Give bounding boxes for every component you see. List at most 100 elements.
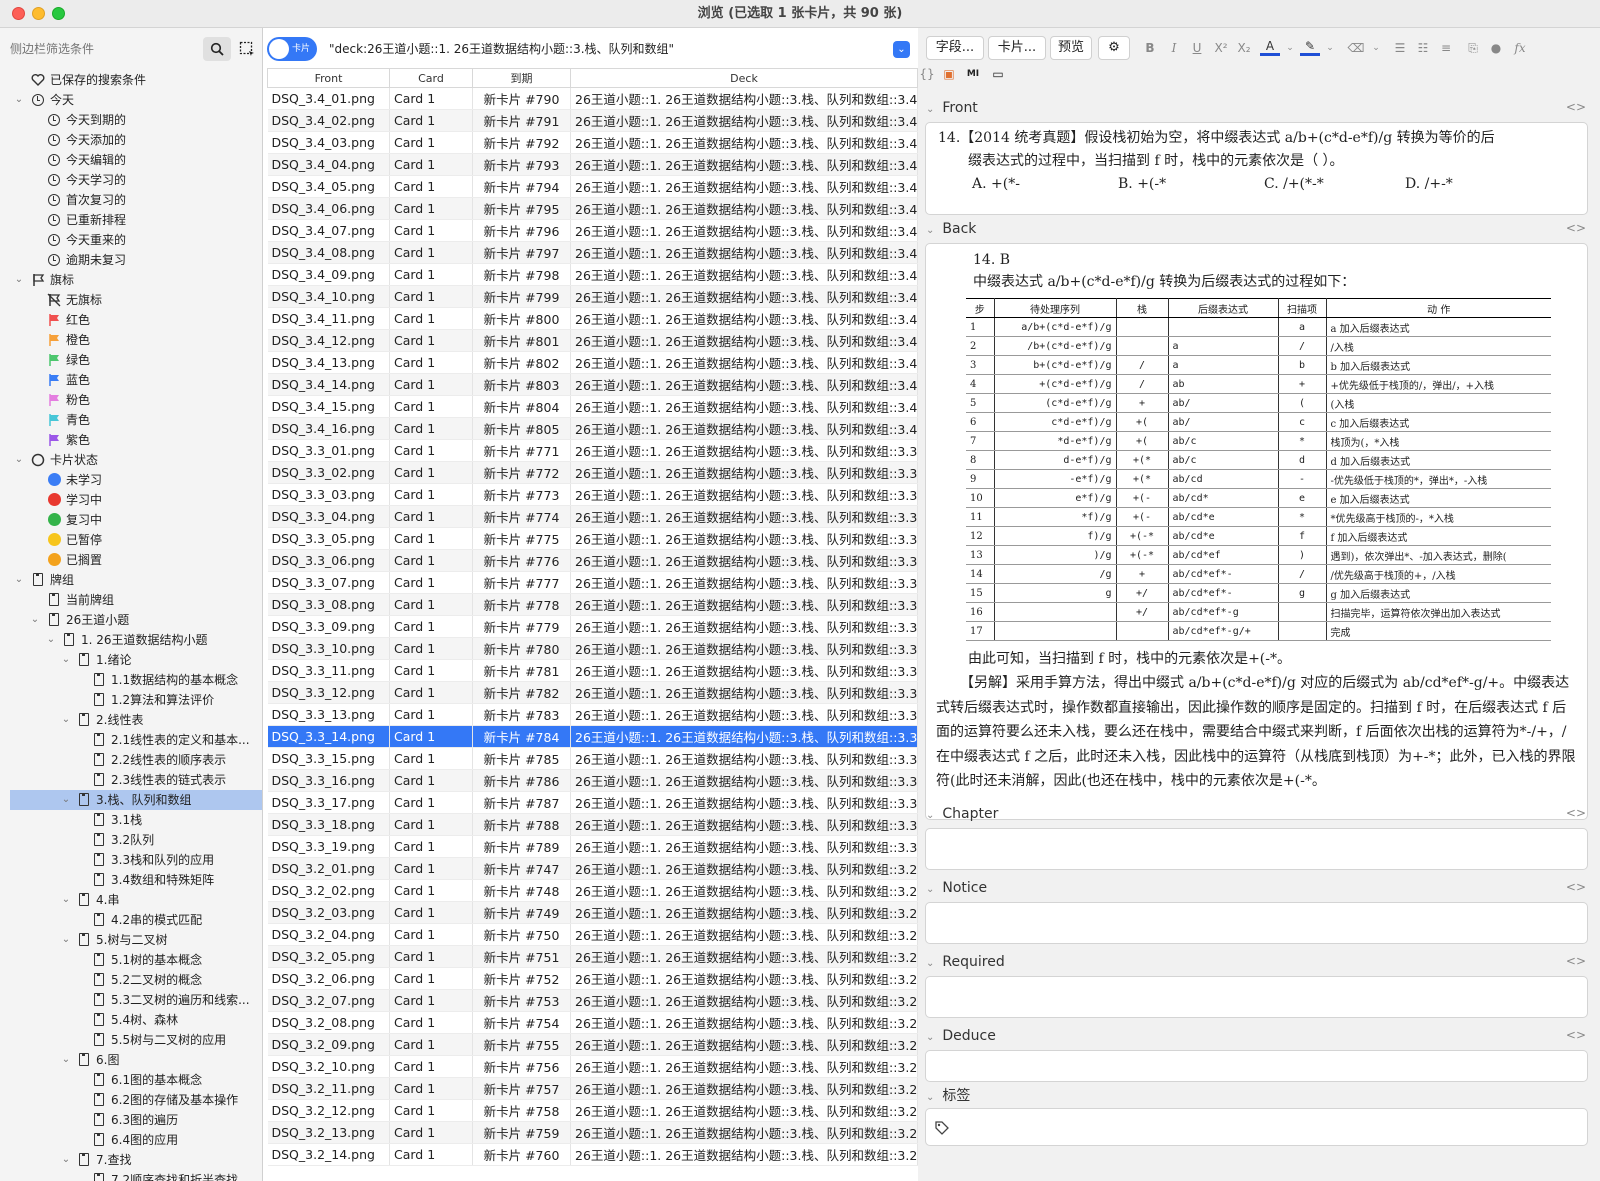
numbered-list-icon[interactable]: ☷ [1413,38,1433,58]
search-query-field[interactable]: "deck:26王道小题::1. 26王道数据结构小题::3.栈、队列和数组" [323,37,903,61]
table-row[interactable]: DSQ_3.4_07.png Card 1 新卡片 #796 26王道小题::1. 2… [267,219,918,242]
field-notice-editor[interactable] [925,902,1588,944]
field-chapter-editor[interactable] [925,828,1588,870]
sidebar-item-flag-1[interactable]: 红色 [0,310,262,330]
chevron-down-icon[interactable]: ⌄ [61,890,71,910]
code-toggle-icon[interactable]: <> [1566,806,1586,820]
highlight-icon[interactable]: ✎ [1300,38,1320,56]
cards-notes-toggle[interactable]: 卡片 [267,37,317,61]
sidebar-item-saved-searches[interactable]: 已保存的搜索条件 [0,70,262,90]
chevron-down-icon[interactable]: ⌄ [61,1050,71,1070]
minimize-window-button[interactable] [32,7,45,20]
settings-button[interactable]: ⚙ [1098,36,1130,60]
tags-editor[interactable] [925,1108,1588,1146]
sidebar-item-section-2-3[interactable]: 3.4数组和特殊矩阵 [0,870,262,890]
column-card[interactable]: Card [389,68,473,88]
field-required-editor[interactable] [925,976,1588,1018]
table-row[interactable]: DSQ_3.2_11.png Card 1 新卡片 #757 26王道小题::1. 2… [267,1077,918,1100]
table-row[interactable]: DSQ_3.3_15.png Card 1 新卡片 #785 26王道小题::1. 2… [267,747,918,770]
eraser-icon[interactable]: ⌫ [1346,38,1366,58]
formula-icon[interactable]: fx [1510,38,1530,58]
field-back-header[interactable]: ⌄ Back <> [926,221,1596,243]
table-row[interactable]: DSQ_3.2_01.png Card 1 新卡片 #747 26王道小题::1. 2… [267,857,918,880]
table-row[interactable]: DSQ_3.2_10.png Card 1 新卡片 #756 26王道小题::1. 2… [267,1055,918,1078]
microphone-icon[interactable]: ● [1486,38,1506,58]
sidebar-item-today-2[interactable]: 今天编辑的 [0,150,262,170]
chevron-down-icon[interactable]: ⌄ [61,790,71,810]
field-deduce-header[interactable]: ⌄ Deduce <> [926,1028,1596,1050]
sidebar-item-chapter-2[interactable]: ⌄ 3.栈、队列和数组 [10,790,262,810]
field-tags-header[interactable]: ⌄ 标签 [926,1085,1596,1107]
sidebar-item-section-5-0[interactable]: 6.1图的基本概念 [0,1070,262,1090]
chevron-down-icon[interactable]: ⌄ [46,630,56,650]
sidebar-item-today[interactable]: ⌄ 今天 [0,90,262,110]
code-toggle-icon[interactable]: <> [1566,100,1586,114]
table-row[interactable]: DSQ_3.2_14.png Card 1 新卡片 #760 26王道小题::1. 2… [267,1143,918,1166]
sidebar-item-current-deck[interactable]: 当前牌组 [0,590,262,610]
sidebar-item-flag-5[interactable]: 粉色 [0,390,262,410]
sidebar-item-state-2[interactable]: 复习中 [0,510,262,530]
column-due[interactable]: 到期 [472,68,571,88]
sidebar-item-chapter-0[interactable]: ⌄ 1.绪论 [0,650,262,670]
sidebar-item-flag-0[interactable]: 无旗标 [0,290,262,310]
sidebar-item-today-7[interactable]: 逾期未复习 [0,250,262,270]
table-row[interactable]: DSQ_3.2_12.png Card 1 新卡片 #758 26王道小题::1. 2… [267,1099,918,1122]
table-row[interactable]: DSQ_3.3_09.png Card 1 新卡片 #779 26王道小题::1. 2… [267,615,918,638]
zoom-window-button[interactable] [52,7,65,20]
sidebar-item-section-2-1[interactable]: 3.2队列 [0,830,262,850]
sidebar-item-section-5-2[interactable]: 6.3图的遍历 [0,1110,262,1130]
align-icon[interactable]: ≡ [1436,38,1456,58]
table-row[interactable]: DSQ_3.4_09.png Card 1 新卡片 #798 26王道小题::1. 2… [267,263,918,286]
sidebar-item-section-4-2[interactable]: 5.3二叉树的遍历和线索... [0,990,262,1010]
sidebar-item-flag-7[interactable]: 紫色 [0,430,262,450]
table-row[interactable]: DSQ_3.3_16.png Card 1 新卡片 #786 26王道小题::1. 2… [267,769,918,792]
sidebar-item-section-1-1[interactable]: 2.2线性表的顺序表示 [0,750,262,770]
sidebar-item-section-0-0[interactable]: 1.1数据结构的基本概念 [0,670,262,690]
chevron-down-icon[interactable]: ⌄ [61,710,71,730]
sidebar-item-chapter-1[interactable]: ⌄ 2.线性表 [0,710,262,730]
fields-button[interactable]: 字段... [926,36,984,60]
sidebar-item-section-0-1[interactable]: 1.2算法和算法评价 [0,690,262,710]
sidebar-item-flag-3[interactable]: 绿色 [0,350,262,370]
table-row[interactable]: DSQ_3.2_04.png Card 1 新卡片 #750 26王道小题::1. 2… [267,923,918,946]
code-toggle-icon[interactable]: <> [1566,1028,1586,1042]
table-row[interactable]: DSQ_3.3_11.png Card 1 新卡片 #781 26王道小题::1. 2… [267,659,918,682]
sidebar-item-section-3-0[interactable]: 4.2串的模式匹配 [0,910,262,930]
sidebar-item-flag-6[interactable]: 青色 [0,410,262,430]
sidebar-search-button[interactable] [203,37,231,61]
sidebar-item-deck-root[interactable]: ⌄ 26王道小题 [0,610,262,630]
mi-button[interactable]: MI [962,64,984,84]
table-row[interactable]: DSQ_3.2_05.png Card 1 新卡片 #751 26王道小题::1. 2… [267,945,918,968]
query-dropdown-button[interactable]: ⌄ [893,41,910,58]
field-required-header[interactable]: ⌄ Required <> [926,954,1596,976]
sidebar-item-state-3[interactable]: 已暂停 [0,530,262,550]
table-row[interactable]: DSQ_3.2_13.png Card 1 新卡片 #759 26王道小题::1. 2… [267,1121,918,1144]
table-row[interactable]: DSQ_3.3_17.png Card 1 新卡片 #787 26王道小题::1. 2… [267,791,918,814]
sidebar-item-today-4[interactable]: 首次复习的 [0,190,262,210]
field-chapter-header[interactable]: ⌄ Chapter <> [926,806,1596,828]
sidebar-item-today-6[interactable]: 今天重来的 [0,230,262,250]
chevron-down-icon[interactable]: ⌄ [30,610,40,630]
sidebar-item-chapter-6[interactable]: ⌄ 7.查找 [0,1150,262,1170]
table-row[interactable]: DSQ_3.3_10.png Card 1 新卡片 #780 26王道小题::1. 2… [267,637,918,660]
table-row[interactable]: DSQ_3.4_16.png Card 1 新卡片 #805 26王道小题::1. 2… [267,417,918,440]
table-row[interactable]: DSQ_3.3_03.png Card 1 新卡片 #773 26王道小题::1. 2… [267,483,918,506]
table-row[interactable]: DSQ_3.2_02.png Card 1 新卡片 #748 26王道小题::1. 2… [267,879,918,902]
sidebar-select-button[interactable] [236,38,258,60]
sidebar-item-state-4[interactable]: 已搁置 [0,550,262,570]
italic-icon[interactable]: I [1164,38,1184,58]
sidebar-item-card-state[interactable]: ⌄ 卡片状态 [0,450,262,470]
chevron-down-icon[interactable]: ⌄ [14,570,24,590]
chevron-down-icon[interactable]: ⌄ [14,90,24,110]
text-color-icon[interactable]: A [1260,38,1280,56]
table-row[interactable]: DSQ_3.3_05.png Card 1 新卡片 #775 26王道小题::1. 2… [267,527,918,550]
sidebar-item-today-0[interactable]: 今天到期的 [0,110,262,130]
chevron-down-icon[interactable]: ⌄ [14,450,24,470]
table-row[interactable]: DSQ_3.3_13.png Card 1 新卡片 #783 26王道小题::1. 2… [267,703,918,726]
field-front-header[interactable]: ⌄ Front <> [926,100,1596,122]
table-row[interactable]: DSQ_3.3_04.png Card 1 新卡片 #774 26王道小题::1. 2… [267,505,918,528]
table-row[interactable]: DSQ_3.4_12.png Card 1 新卡片 #801 26王道小题::1. 2… [267,329,918,352]
table-row[interactable]: DSQ_3.4_11.png Card 1 新卡片 #800 26王道小题::1. 2… [267,307,918,330]
table-row[interactable]: DSQ_3.3_14.png Card 1 新卡片 #784 26王道小题::1. 2… [267,725,918,748]
sidebar-item-chapter-4[interactable]: ⌄ 5.树与二叉树 [0,930,262,950]
